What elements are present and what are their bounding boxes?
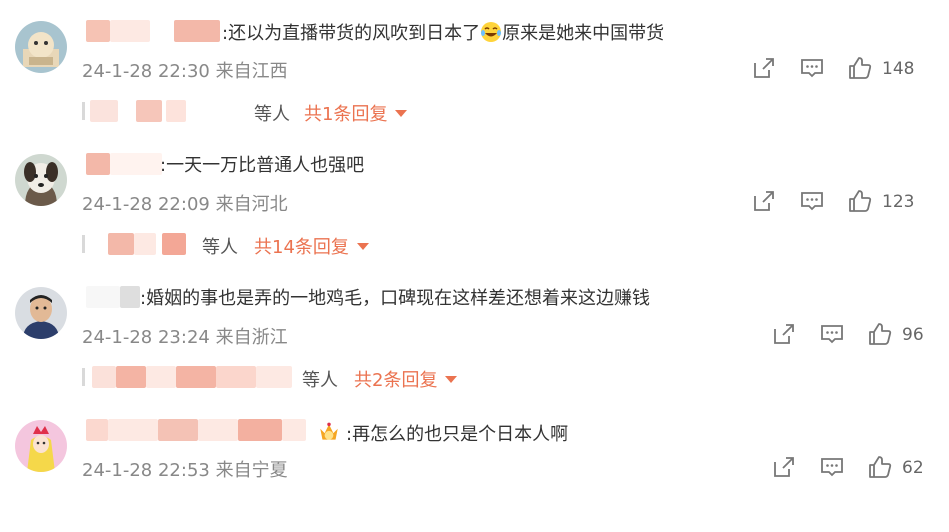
comment-actions: 123 [751,188,931,218]
reply-usernames-blurred [92,366,296,390]
reply-summary[interactable]: 等人 共1条回复 [82,100,682,126]
like-count: 96 [902,325,924,345]
username-blurred[interactable] [86,20,222,44]
share-icon [774,324,794,344]
thumbs-up-icon [869,323,892,345]
reply-summary[interactable]: 等人 共14条回复 [82,233,682,259]
comment-text: :还以为直播带货的风吹到日本了 原来是她来中国带货 [222,22,665,44]
like-button[interactable] [847,188,873,218]
comment-button[interactable] [799,188,825,218]
comment-item: :还以为直播带货的风吹到日本了 原来是她来中国带货 24-1-28 22:30 来… [0,0,949,133]
reply-suffix: 等人 [254,104,290,125]
caret-down-icon [445,375,458,383]
comment-meta: 24-1-28 22:09 来自河北 [82,194,288,215]
comment-actions: 96 [771,321,931,351]
share-icon [774,457,794,477]
view-replies-link[interactable]: 共2条回复 [354,366,458,392]
comment-icon [801,192,823,211]
username-blurred[interactable] [86,153,164,177]
comment-meta: 24-1-28 22:30 来自江西 [82,61,288,82]
share-button[interactable] [751,188,777,218]
share-button[interactable] [751,55,777,85]
comment-button[interactable] [799,55,825,85]
share-icon [754,58,774,78]
like-button[interactable] [867,454,893,484]
reply-summary[interactable]: 等人 共2条回复 [82,366,682,392]
comment-button[interactable] [819,454,845,484]
comment-icon [821,458,843,477]
reply-usernames-blurred [90,233,202,257]
comment-text: :一天一万比普通人也强吧 [160,155,365,176]
avatar[interactable] [15,420,67,472]
username-blurred[interactable] [86,419,310,443]
reply-suffix: 等人 [202,237,238,258]
comment-text: :再怎么的也只是个日本人啊 [316,420,568,447]
comment-icon [801,59,823,78]
reply-divider [82,368,85,386]
reply-usernames-blurred [90,100,250,124]
crown-badge-emoji [320,422,338,440]
share-button[interactable] [771,321,797,351]
share-icon [754,191,774,211]
comment-meta: 24-1-28 23:24 来自浙江 [82,327,288,348]
comment-icon [821,325,843,344]
reply-suffix: 等人 [302,370,338,391]
comment-item: :再怎么的也只是个日本人啊 24-1-28 22:53 来自宁夏 62 [0,399,949,532]
like-count: 148 [882,59,915,79]
reply-divider [82,235,85,253]
thumbs-up-icon [849,57,872,79]
view-replies-link[interactable]: 共1条回复 [304,100,408,126]
caret-down-icon [356,242,369,250]
comment-actions: 148 [751,55,931,85]
comment-button[interactable] [819,321,845,351]
comment-meta: 24-1-28 22:53 来自宁夏 [82,460,288,481]
like-count: 123 [882,192,915,212]
laugh-cry-emoji [481,22,502,42]
like-button[interactable] [867,321,893,351]
comment-item: :一天一万比普通人也强吧 24-1-28 22:09 来自河北 123 等人 共… [0,133,949,266]
avatar[interactable] [15,154,67,206]
avatar[interactable] [15,21,67,73]
like-button[interactable] [847,55,873,85]
avatar[interactable] [15,287,67,339]
reply-divider [82,102,85,120]
thumbs-up-icon [869,456,892,478]
like-count: 62 [902,458,924,478]
comment-text: :婚姻的事也是弄的一地鸡毛，口碑现在这样差还想着来这边赚钱 [140,288,651,309]
comment-item: :婚姻的事也是弄的一地鸡毛，口碑现在这样差还想着来这边赚钱 24-1-28 23… [0,266,949,399]
thumbs-up-icon [849,190,872,212]
share-button[interactable] [771,454,797,484]
username-blurred[interactable] [86,286,144,310]
comment-actions: 62 [771,454,931,484]
view-replies-link[interactable]: 共14条回复 [254,233,369,259]
caret-down-icon [395,109,408,117]
